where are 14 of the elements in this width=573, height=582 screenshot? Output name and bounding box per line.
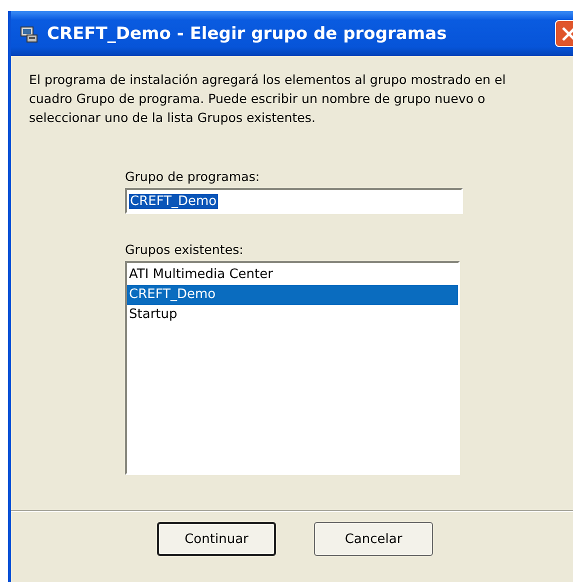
list-label: Grupos existentes:	[125, 242, 244, 257]
list-item[interactable]: Startup	[127, 305, 458, 325]
close-icon	[561, 26, 573, 42]
list-item[interactable]: CREFT_Demo	[127, 285, 458, 305]
field-label: Grupo de programas:	[125, 169, 260, 184]
intro-text: El programa de instalación agregará los elementos al grupo mostrado en el cuadro Grupo de programa. Puede escribir un nombre de grupo nuevo o seleccionar uno de la lista Grupos existentes.	[29, 71, 507, 127]
group-name-field[interactable]: CREFT_Demo	[125, 188, 463, 214]
field-value: CREFT_Demo	[129, 194, 218, 208]
dialog-button[interactable]: Cancelar	[314, 522, 433, 556]
dialog-button[interactable]: Continuar	[157, 522, 276, 556]
list-item[interactable]: ATI Multimedia Center	[127, 265, 458, 285]
group-list[interactable]: ATI Multimedia Center CREFT_Demo Startup	[125, 261, 460, 475]
computer-icon	[19, 24, 39, 44]
window-title: CREFT_Demo - Elegir grupo de programas	[47, 24, 447, 44]
